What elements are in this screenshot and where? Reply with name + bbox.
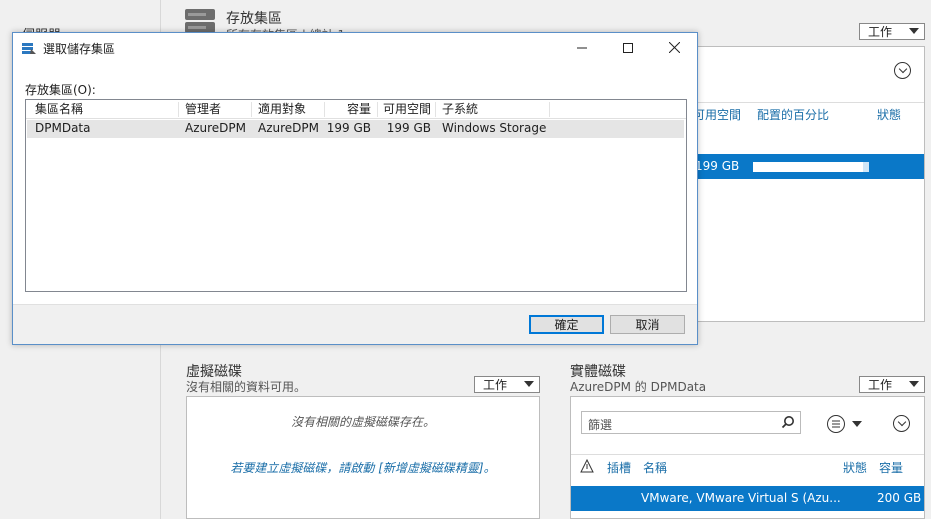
physical-disks-subtitle: AzureDPM 的 DPMData — [570, 380, 707, 394]
header-divider — [571, 454, 924, 455]
list-header: 集區名稱 管理者 適用對象 容量 可用空間 子系統 — [26, 100, 686, 119]
chevron-down-icon — [909, 381, 919, 387]
pool-list-label: 存放集區(O): — [25, 83, 96, 97]
warning-sort-icon[interactable] — [580, 458, 594, 476]
physical-disks-list: 篩選 插槽 名稱 狀態 容量 VMware, VMware Virtual S … — [570, 396, 925, 519]
col-status[interactable]: 狀態 — [843, 459, 867, 476]
close-button[interactable] — [651, 33, 697, 62]
cell-managed-by: AzureDPM — [185, 121, 246, 135]
cell-available-to: AzureDPM — [258, 121, 319, 135]
physical-disk-row[interactable]: VMware, VMware Virtual S (Azu... 200 GB — [571, 486, 924, 511]
server-icon — [184, 8, 216, 34]
select-storage-pool-dialog: 選取儲存集區 存放集區(O): 集區名稱 管理者 適用對象 容量 可用空間 子系… — [12, 32, 698, 345]
pool-list-view[interactable]: 集區名稱 管理者 適用對象 容量 可用空間 子系統 DPMData AzureD… — [25, 99, 687, 292]
virtual-disks-task-button[interactable]: 工作 — [474, 376, 540, 393]
dialog-footer: 確定 取消 — [13, 304, 697, 344]
storage-pools-title: 存放集區 — [226, 11, 282, 27]
cell-subsystem: Windows Storage — [442, 121, 547, 135]
col-capacity[interactable]: 容量 — [325, 100, 371, 119]
virtual-disks-subtitle: 沒有相關的資料可用。 — [186, 380, 307, 394]
cell-free-space: 199 GB — [386, 121, 431, 135]
disk-name: VMware, VMware Virtual S (Azu... — [641, 491, 841, 505]
col-name[interactable]: 名稱 — [643, 459, 667, 476]
col-slot[interactable]: 插槽 — [607, 459, 631, 476]
disk-capacity: 200 GB — [877, 491, 922, 505]
close-icon — [668, 42, 680, 53]
dialog-body: 存放集區(O): 集區名稱 管理者 適用對象 容量 可用空間 子系統 DPMDa… — [13, 62, 697, 304]
task-label: 工作 — [868, 25, 893, 39]
create-virtual-disk-link[interactable]: 若要建立虛擬磁碟，請啟動 [新增虛擬磁碟精靈]。 — [187, 459, 539, 476]
cancel-button[interactable]: 取消 — [610, 315, 685, 334]
task-label: 工作 — [483, 378, 508, 392]
ok-button[interactable]: 確定 — [529, 315, 604, 334]
col-free-space[interactable]: 可用空間 — [693, 106, 741, 123]
chevron-down-icon — [909, 28, 919, 34]
cell-pool-name: DPMData — [35, 121, 91, 135]
chevron-down-icon — [524, 381, 534, 387]
dialog-titlebar[interactable]: 選取儲存集區 — [13, 33, 697, 62]
empty-message: 沒有相關的虛擬磁碟存在。 — [290, 415, 435, 429]
col-capacity[interactable]: 容量 — [879, 459, 903, 476]
cell-capacity: 199 GB — [326, 121, 371, 135]
chevron-down-icon[interactable] — [852, 421, 862, 427]
col-allocated-percent[interactable]: 配置的百分比 — [757, 106, 829, 123]
filter-box[interactable]: 篩選 — [581, 411, 801, 434]
expand-icon[interactable] — [894, 62, 911, 79]
allocation-bar — [753, 162, 869, 172]
col-pool-name[interactable]: 集區名稱 — [35, 100, 83, 119]
physical-disks-task-button[interactable]: 工作 — [859, 376, 925, 393]
maximize-button[interactable] — [605, 33, 651, 62]
col-subsystem[interactable]: 子系統 — [442, 100, 478, 119]
col-status[interactable]: 狀態 — [877, 106, 901, 123]
list-view-icon[interactable] — [827, 415, 845, 433]
virtual-disks-list: 沒有相關的虛擬磁碟存在。 若要建立虛擬磁碟，請啟動 [新增虛擬磁碟精靈]。 — [186, 396, 540, 519]
minimize-icon — [577, 47, 587, 48]
storage-pool-icon — [21, 40, 37, 58]
col-free-space[interactable]: 可用空間 — [378, 100, 431, 119]
row-free-space: 199 GB — [695, 159, 740, 173]
col-available-to[interactable]: 適用對象 — [258, 100, 306, 119]
col-managed-by[interactable]: 管理者 — [185, 100, 221, 119]
allocation-bar-fill — [753, 162, 864, 172]
expand-icon[interactable] — [893, 415, 910, 432]
minimize-button[interactable] — [559, 33, 605, 62]
storage-pools-task-button[interactable]: 工作 — [859, 23, 925, 40]
filter-placeholder: 篩選 — [588, 418, 613, 432]
task-label: 工作 — [868, 378, 893, 392]
maximize-icon — [623, 42, 633, 53]
search-icon[interactable] — [781, 415, 795, 432]
pool-row[interactable]: DPMData AzureDPM AzureDPM 199 GB 199 GB … — [27, 120, 684, 138]
dialog-title: 選取儲存集區 — [43, 42, 116, 56]
